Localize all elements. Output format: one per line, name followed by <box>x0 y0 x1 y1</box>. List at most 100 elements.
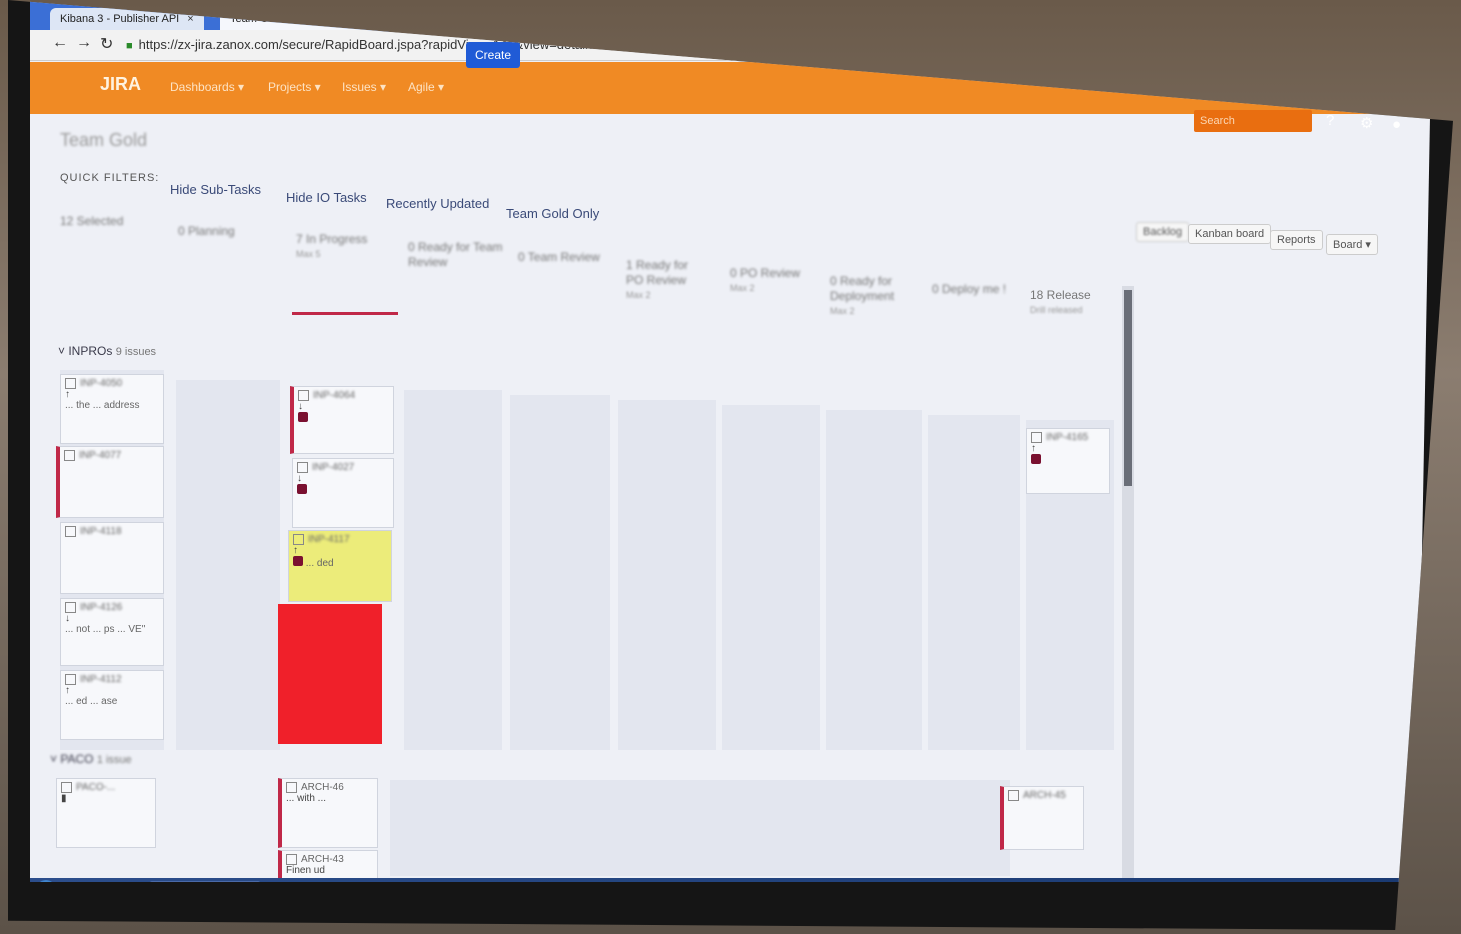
column-body <box>176 380 280 750</box>
issue-type-icon <box>65 378 76 389</box>
column-header-ready-for-team-review: 0 Ready for Team Review <box>408 240 508 270</box>
column-limit: Drill released <box>1030 305 1083 315</box>
issue-card[interactable]: ARCH-46 ... with ... <box>278 778 378 848</box>
issue-card-highlighted[interactable]: INP-4117 ↑ ... ded <box>288 530 392 602</box>
priority-icon: ↑ <box>65 685 70 697</box>
avatar <box>297 484 307 495</box>
menu-issues[interactable]: Issues ▾ <box>342 80 386 94</box>
board-menu-button[interactable]: Board ▾ <box>1326 234 1378 255</box>
issue-card[interactable]: INP-4118 <box>60 522 164 594</box>
column-header-ready-for-po-review: 1 Ready for PO Review Max 2 <box>626 258 706 303</box>
issue-key: ARCH-43 <box>301 854 344 866</box>
reports-button[interactable]: Reports <box>1270 230 1323 250</box>
scrollbar-thumb[interactable] <box>1124 290 1132 486</box>
swimlane-name: PACO <box>60 752 94 766</box>
kanban-board-button[interactable]: Kanban board <box>1188 224 1272 244</box>
start-button[interactable] <box>36 880 56 882</box>
column-body <box>826 410 922 750</box>
menu-agile[interactable]: Agile ▾ <box>408 80 444 94</box>
issue-card[interactable]: INP-4112 ↑ ... ed ... ase <box>60 670 164 740</box>
quick-filter-team-gold-only[interactable]: Team Gold Only <box>506 206 599 221</box>
avatar <box>298 412 308 423</box>
column-header-release: 18 Release Drill released <box>1030 288 1110 318</box>
priority-icon: ↑ <box>65 389 70 401</box>
column-title: 0 Ready for Team Review <box>408 240 503 269</box>
avatar[interactable]: ● <box>1392 116 1401 133</box>
flagged-card-block[interactable] <box>278 604 382 744</box>
swimlane-header[interactable]: ˅ INPROs 9 issues <box>58 344 156 358</box>
issue-card[interactable]: INP-4126 ↓ ... not ... ps ... VE" <box>60 598 164 666</box>
page-title: Team Gold <box>60 130 148 150</box>
forward-arrow-icon[interactable]: → <box>76 34 92 52</box>
issue-card[interactable]: ARCH-45 <box>1000 786 1084 850</box>
priority-down-icon: ↓ <box>298 401 303 413</box>
avatar <box>293 556 303 567</box>
search-input[interactable]: Search <box>1194 110 1312 132</box>
column-header-planning: 0 Planning <box>178 224 278 239</box>
issue-type-icon <box>286 782 297 793</box>
issue-key: INP-4117 <box>308 534 350 546</box>
issue-card[interactable]: INP-4165 ↑ <box>1026 428 1110 494</box>
quick-filter-hide-io-tasks[interactable]: Hide IO Tasks <box>286 190 367 205</box>
issue-key: INP-4064 <box>313 390 356 402</box>
column-header-po-review: 0 PO Review Max 2 <box>730 266 830 296</box>
wip-limit-bar <box>292 312 398 315</box>
tab-label: Kibana 3 - Publisher API <box>60 13 180 25</box>
jira-logo[interactable]: JIRA <box>100 74 141 95</box>
issue-type-icon <box>61 782 72 793</box>
issue-type-icon <box>297 462 308 473</box>
issue-card[interactable]: INP-4064 ↓ <box>290 386 394 454</box>
avatar: ▮ <box>61 793 67 805</box>
column-title: 12 Selected <box>60 214 124 228</box>
column-title: 1 Ready for PO Review <box>626 258 689 287</box>
issue-key: ARCH-46 <box>301 782 344 794</box>
taskbar-item[interactable] <box>150 881 260 882</box>
issue-summary: ... the ... address <box>65 400 140 412</box>
issue-key: ARCH-45 <box>1023 790 1066 802</box>
issue-key: INP-4050 <box>80 378 123 390</box>
swimlane-count: 9 issues <box>115 346 157 358</box>
menu-dashboards[interactable]: Dashboards ▾ <box>170 80 244 94</box>
avatar <box>1031 454 1041 465</box>
priority-icon: ↑ <box>1031 443 1036 455</box>
issue-card[interactable]: INP-4077 <box>56 446 164 518</box>
menu-projects[interactable]: Projects ▾ <box>268 80 321 94</box>
priority-down-icon: ↓ <box>297 473 302 485</box>
issue-type-icon <box>65 602 76 613</box>
issue-type-icon <box>65 674 76 685</box>
column-body <box>618 400 716 750</box>
lock-icon: ■ <box>126 40 133 52</box>
column-body <box>404 390 502 750</box>
swimlane-count: 1 issue <box>96 754 132 766</box>
column-header-team-review: 0 Team Review <box>518 250 618 265</box>
issue-card[interactable]: ARCH-43 Finen ud <box>278 850 378 880</box>
reload-icon[interactable]: ↻ <box>100 34 113 54</box>
column-header-deploy-me: 0 Deploy me ! <box>932 282 1032 297</box>
gear-icon[interactable]: ⚙ <box>1360 114 1373 132</box>
quick-filter-hide-subtasks[interactable]: Hide Sub-Tasks <box>170 182 261 197</box>
quick-filters-label: QUICK FILTERS: <box>60 172 160 184</box>
back-arrow-icon[interactable]: ← <box>52 34 68 52</box>
issue-type-icon <box>1008 790 1019 801</box>
chevron-down-icon: ˅ <box>50 752 61 766</box>
column-limit: Max 2 <box>730 283 755 293</box>
priority-icon: ↑ <box>293 545 298 557</box>
issue-key: INP-4165 <box>1046 432 1089 444</box>
quick-filter-recently-updated[interactable]: Recently Updated <box>386 196 489 211</box>
swimlane-body <box>390 780 1010 876</box>
column-title: 0 PO Review <box>730 266 801 280</box>
issue-card[interactable]: INP-4050 ↑ ... the ... address <box>60 374 164 444</box>
column-title: 18 Release <box>1030 288 1091 302</box>
column-title: 0 Deploy me ! <box>932 282 1007 296</box>
issue-card[interactable]: PACO-... ▮ <box>56 778 156 848</box>
swimlane-header[interactable]: ˅ PACO 1 issue <box>50 752 132 766</box>
swimlane-name: INPROs <box>68 344 113 358</box>
system-tray: ▲ ◆ <box>1367 884 1390 896</box>
create-button[interactable]: Create <box>466 42 520 68</box>
issue-card[interactable]: INP-4027 ↓ <box>292 458 394 528</box>
column-title: 0 Planning <box>178 224 235 238</box>
backlog-button[interactable]: Backlog <box>1136 222 1190 242</box>
column-header-selected: 12 Selected <box>60 214 160 229</box>
help-icon[interactable]: ? <box>1326 112 1334 129</box>
issue-summary: ... not ... ps ... VE" <box>65 624 146 636</box>
